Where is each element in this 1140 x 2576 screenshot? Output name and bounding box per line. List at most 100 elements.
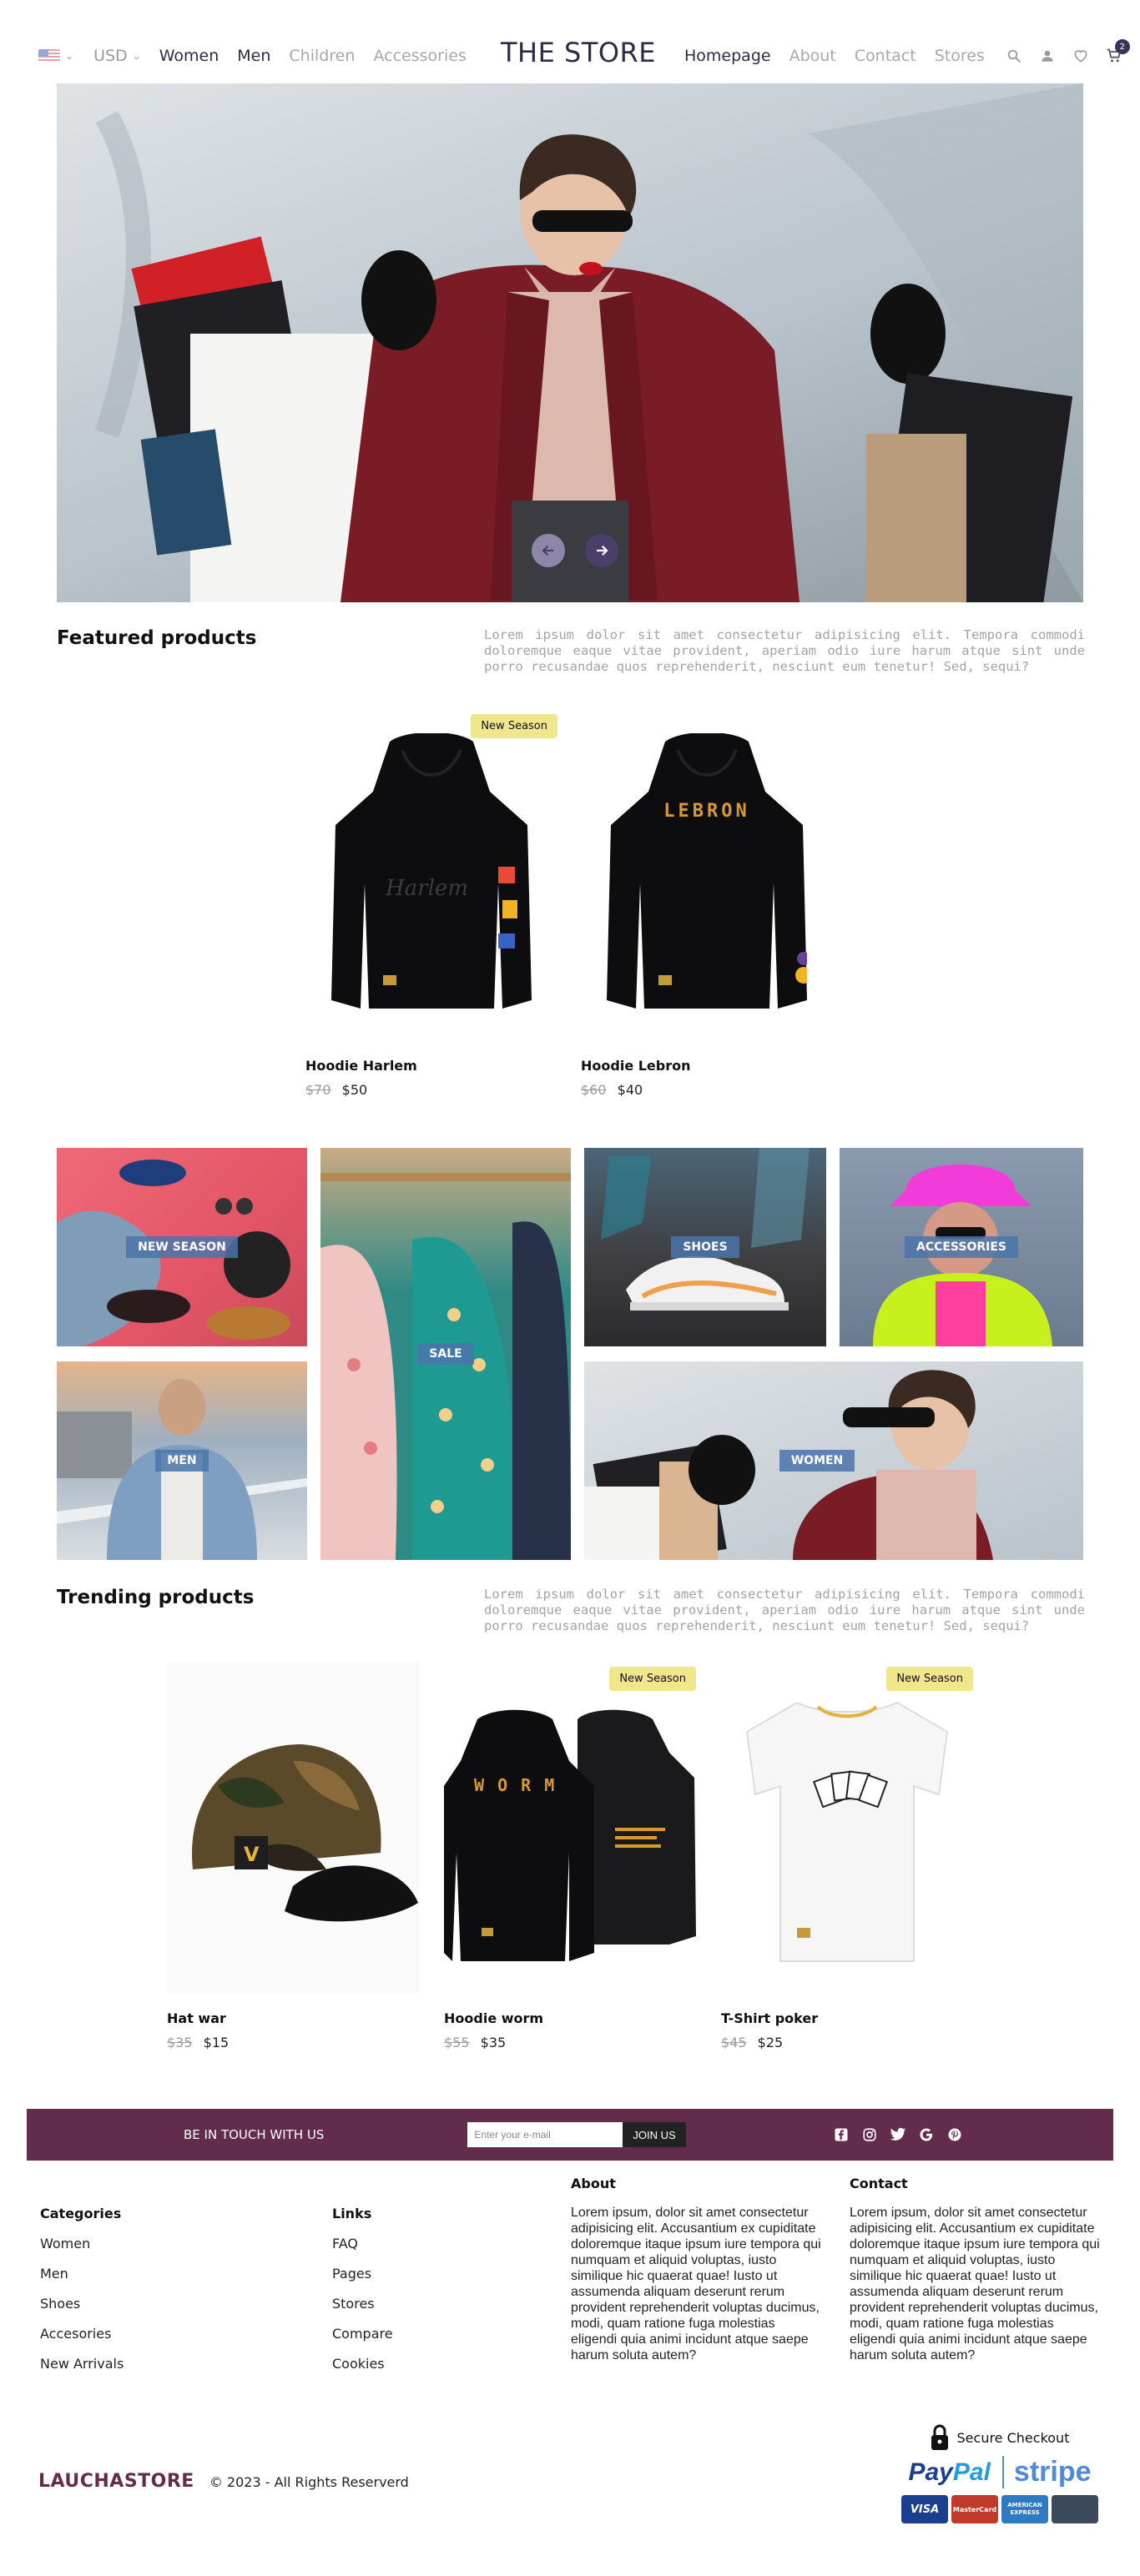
product-name[interactable]: Hat war [167,2010,419,2026]
newsletter-bar: BE IN TOUCH WITH US JOIN US [27,2109,1113,2161]
footer-about-text: Lorem ipsum, dolor sit amet consectetur … [571,2206,821,2362]
category-accessories[interactable]: ACCESSORIES [840,1148,1083,1346]
product-old-price: $45 [721,2035,747,2050]
currency-label: USD [93,47,128,65]
nav-link-stores[interactable]: Stores [935,47,985,65]
product-name[interactable]: Hoodie worm [444,2010,696,2026]
product-image[interactable]: New Season [721,1662,973,1994]
nav-link-men[interactable]: Men [237,47,270,65]
category-label: ACCESSORIES [904,1236,1019,1258]
footer-link-compare[interactable]: Compare [332,2326,393,2342]
product-current-price: $15 [203,2035,230,2050]
cart-button[interactable]: 2 [1105,39,1130,65]
language-selector[interactable]: ⌄ [38,49,73,63]
trending-products-title: Trending products [57,1587,255,1608]
footer-link-women[interactable]: Women [40,2236,124,2251]
category-sale[interactable]: SALE [320,1148,571,1560]
product-card[interactable]: V Hat war $35 $15 [167,1662,419,2050]
product-name[interactable]: Hoodie Lebron [581,1058,833,1074]
footer-about-title: About [571,2176,616,2191]
product-current-price: $40 [617,1082,643,1098]
footer-categories-title: Categories [40,2206,122,2221]
pinterest-icon[interactable] [946,2126,963,2143]
category-men[interactable]: MEN [57,1361,307,1560]
featured-products-description: Lorem ipsum dolor sit amet consectetur a… [484,627,1085,674]
mastercard-card: MasterCard [951,2495,998,2523]
arrow-left-icon [542,545,553,556]
hoodie-print-text: LEBRON [663,801,750,822]
footer-link-new-arrivals[interactable]: New Arrivals [40,2356,124,2372]
heart-icon[interactable] [1072,47,1090,65]
newsletter-form: JOIN US [467,2122,686,2147]
twitter-icon[interactable] [890,2126,906,2143]
product-current-price: $35 [480,2035,507,2050]
footer-brand[interactable]: LAUCHASTORE [38,2471,194,2492]
stripe-logo: stripe [1001,2456,1092,2488]
join-us-button[interactable]: JOIN US [623,2122,686,2147]
product-card[interactable]: W O R M New Season Hoodie worm $55 $35 [444,1662,696,2050]
footer-link-men[interactable]: Men [40,2266,124,2282]
category-label: NEW SEASON [126,1236,238,1258]
product-price: $45 $25 [721,2035,973,2050]
product-image[interactable]: Harlem New Season [305,709,557,1041]
hoodie-print-text: W O R M [474,1775,557,1795]
navbar-left: ⌄ USD ⌄ Women Men Children Accessories [38,43,467,68]
brand-logo[interactable]: THE STORE [501,37,656,68]
email-field[interactable] [467,2122,623,2147]
product-image[interactable]: LEBRON [581,709,833,1041]
user-icon[interactable] [1038,47,1057,65]
credit-cards: VISA MasterCard AMERICAN EXPRESS [896,2495,1103,2523]
instagram-icon[interactable] [861,2126,878,2143]
secure-checkout-text: Secure Checkout [956,2429,1070,2446]
footer-categories: Categories Women Men Shoes Accesories Ne… [40,2206,124,2372]
arrow-right-icon [597,545,608,556]
google-icon[interactable] [918,2126,935,2143]
svg-text:V: V [244,1843,260,1866]
product-old-price: $60 [581,1082,607,1098]
footer-link-cookies[interactable]: Cookies [332,2356,393,2372]
slider-prev-button[interactable] [532,534,565,567]
product-name[interactable]: T-Shirt poker [721,2010,973,2026]
nav-link-contact[interactable]: Contact [855,47,916,65]
copyright: © 2023 - All Rights Reserverd [209,2474,409,2490]
nav-link-women[interactable]: Women [159,47,219,65]
footer-bottom: LAUCHASTORE © 2023 - All Rights Reserver… [38,2471,409,2492]
nav-link-about[interactable]: About [789,47,836,65]
cart-count-badge: 2 [1114,39,1130,54]
footer-link-accessories[interactable]: Accesories [40,2326,124,2342]
nav-icons: 2 [1005,39,1138,65]
category-women[interactable]: WOMEN [584,1361,1083,1560]
new-season-badge: New Season [609,1667,696,1691]
slider-next-button[interactable] [585,534,618,567]
footer-link-shoes[interactable]: Shoes [40,2296,124,2312]
search-icon[interactable] [1005,47,1023,65]
nav-link-children[interactable]: Children [289,47,355,65]
facebook-icon[interactable] [833,2126,850,2143]
product-old-price: $35 [167,2035,193,2050]
category-new-season[interactable]: NEW SEASON [57,1148,307,1346]
category-shoes[interactable]: SHOES [584,1148,826,1346]
nav-link-homepage[interactable]: Homepage [684,47,771,65]
footer-link-faq[interactable]: FAQ [332,2236,393,2251]
product-price: $60 $40 [581,1082,833,1098]
product-image[interactable]: V [167,1662,419,1994]
footer-links: Links FAQ Pages Stores Compare Cookies [332,2206,393,2372]
secure-checkout-badge: Secure Checkout PayPal stripe VISA Maste… [896,2424,1103,2523]
currency-selector[interactable]: USD ⌄ [93,47,141,65]
product-image[interactable]: W O R M New Season [444,1662,696,1994]
footer-contact-text: Lorem ipsum, dolor sit amet consectetur … [850,2206,1100,2362]
product-card[interactable]: New Season T-Shirt poker $45 $25 [721,1662,973,2050]
chevron-down-icon: ⌄ [132,50,141,62]
product-card[interactable]: LEBRON Hoodie Lebron $60 $40 [581,709,833,1098]
product-name[interactable]: Hoodie Harlem [305,1058,557,1074]
product-current-price: $25 [757,2035,784,2050]
footer-link-pages[interactable]: Pages [332,2266,393,2282]
footer-links-title: Links [332,2206,372,2221]
cap-image: V [192,1744,418,1922]
amex-card: AMERICAN EXPRESS [1001,2495,1048,2523]
lock-icon [931,2424,948,2450]
nav-link-accessories[interactable]: Accessories [373,47,466,65]
footer-link-stores[interactable]: Stores [332,2296,393,2312]
paypal-logo-pal: Pal [952,2458,991,2486]
product-card[interactable]: Harlem New Season Hoodie Harlem $70 $50 [305,709,557,1098]
